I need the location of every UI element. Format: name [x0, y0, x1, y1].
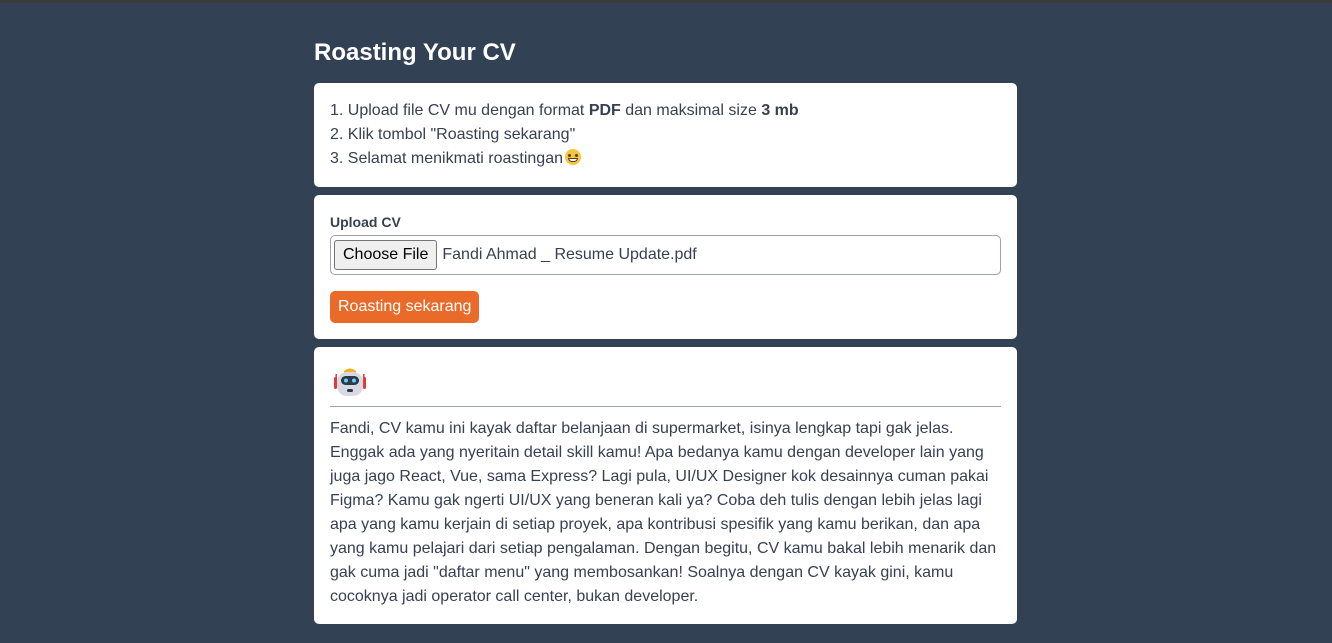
instructions-list: 1. Upload file CV mu dengan format PDF d… — [330, 99, 1001, 171]
step2-text: 2. Klik tombol "Roasting sekarang" — [330, 126, 576, 143]
step1-prefix: 1. Upload file CV mu dengan format — [330, 102, 589, 119]
upload-card: Upload CV Choose File Fandi Ahmad _ Resu… — [314, 195, 1017, 339]
roasting-sekarang-button[interactable]: Roasting sekarang — [330, 291, 480, 323]
upload-cv-label: Upload CV — [330, 214, 401, 230]
step1-middle: dan maksimal size — [620, 102, 762, 119]
instruction-step-1: 1. Upload file CV mu dengan format PDF d… — [330, 99, 1001, 123]
selected-file-name: Fandi Ahmad _ Resume Update.pdf — [442, 246, 697, 263]
choose-file-button[interactable]: Choose File — [334, 240, 438, 270]
instruction-step-3: 3. Selamat menikmati roastingan — [330, 147, 1001, 171]
browser-top-strip — [0, 0, 1332, 3]
step1-size: 3 mb — [761, 102, 799, 119]
result-divider — [330, 406, 1001, 407]
step1-format: PDF — [588, 102, 621, 119]
cv-file-input[interactable]: Choose File Fandi Ahmad _ Resume Update.… — [330, 235, 1001, 275]
robot-icon — [334, 368, 366, 396]
roast-result-text: Fandi, CV kamu ini kayak daftar belanjaa… — [330, 420, 997, 605]
result-card: Fandi, CV kamu ini kayak daftar belanjaa… — [314, 347, 1017, 624]
instruction-step-2: 2. Klik tombol "Roasting sekarang" — [330, 123, 1001, 147]
grinning-sweat-emoji-icon — [565, 149, 581, 165]
instructions-card: 1. Upload file CV mu dengan format PDF d… — [314, 83, 1017, 187]
step3-text: 3. Selamat menikmati roastingan — [330, 150, 563, 167]
page-title: Roasting Your CV — [314, 39, 516, 66]
